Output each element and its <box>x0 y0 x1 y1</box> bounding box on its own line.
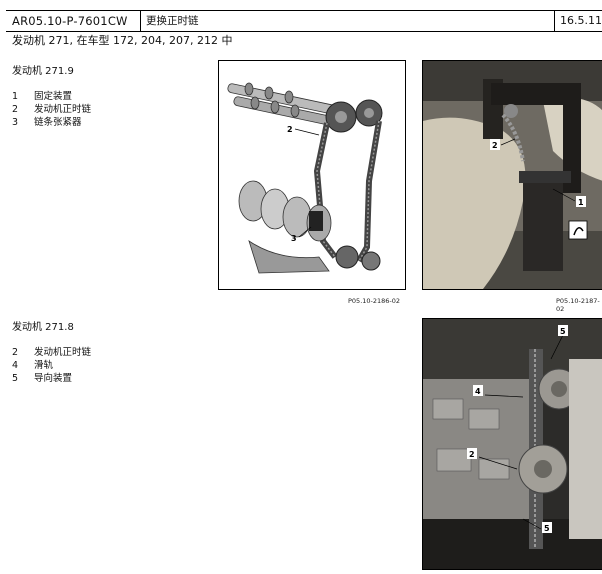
legend-label: 导向装置 <box>34 373 73 384</box>
legend-item: 1 固定装置 <box>12 88 72 102</box>
document-title: 更换正时链 <box>146 15 199 27</box>
callout-label: 5 <box>544 524 550 533</box>
figure-id: P05.10-2187-02 <box>556 297 600 313</box>
section-heading: 发动机 271.9 <box>12 66 74 77</box>
engine-photo: 5 4 2 5 <box>423 319 602 569</box>
figure-fixing-device-photo: 2 1 <box>422 60 602 290</box>
legend-number: 3 <box>12 117 19 128</box>
legend-number: 5 <box>12 373 19 384</box>
callout-label: 2 <box>469 450 475 459</box>
figure-timing-chain-illustration: 2 3 <box>218 60 406 290</box>
legend-label: 链条张紧器 <box>34 117 82 128</box>
section-heading: 发动机 271.8 <box>12 322 74 333</box>
header-divider <box>554 11 555 31</box>
legend-item: 5 导向装置 <box>12 370 72 384</box>
figure-engine-271-8-photo: 5 4 2 5 <box>422 318 602 570</box>
figure-id: P05.10-2186-02 <box>348 297 401 305</box>
callout-label: 4 <box>475 387 481 396</box>
fixing-device-photo: 2 1 <box>423 61 602 289</box>
document-code: AR05.10-P-7601CW <box>12 14 128 28</box>
callout-label: 2 <box>492 141 498 150</box>
legend-item: 3 链条张紧器 <box>12 114 82 128</box>
document-date: 16.5.11 <box>560 14 602 27</box>
header-divider <box>140 11 141 31</box>
callout-label: 3 <box>291 234 297 243</box>
legend-item: 4 滑轨 <box>12 357 53 371</box>
timing-chain-drawing: 2 3 <box>219 61 405 289</box>
legend-item: 2 发动机正时链 <box>12 101 91 115</box>
callout-label: 1 <box>578 198 584 207</box>
document-header: AR05.10-P-7601CW 更换正时链 16.5.11 <box>6 10 602 32</box>
callout-label: 5 <box>560 327 566 336</box>
callout-label: 2 <box>287 125 293 134</box>
document-subtitle: 发动机 271, 在车型 172, 204, 207, 212 中 <box>12 34 233 47</box>
legend-item: 2 发动机正时链 <box>12 344 91 358</box>
